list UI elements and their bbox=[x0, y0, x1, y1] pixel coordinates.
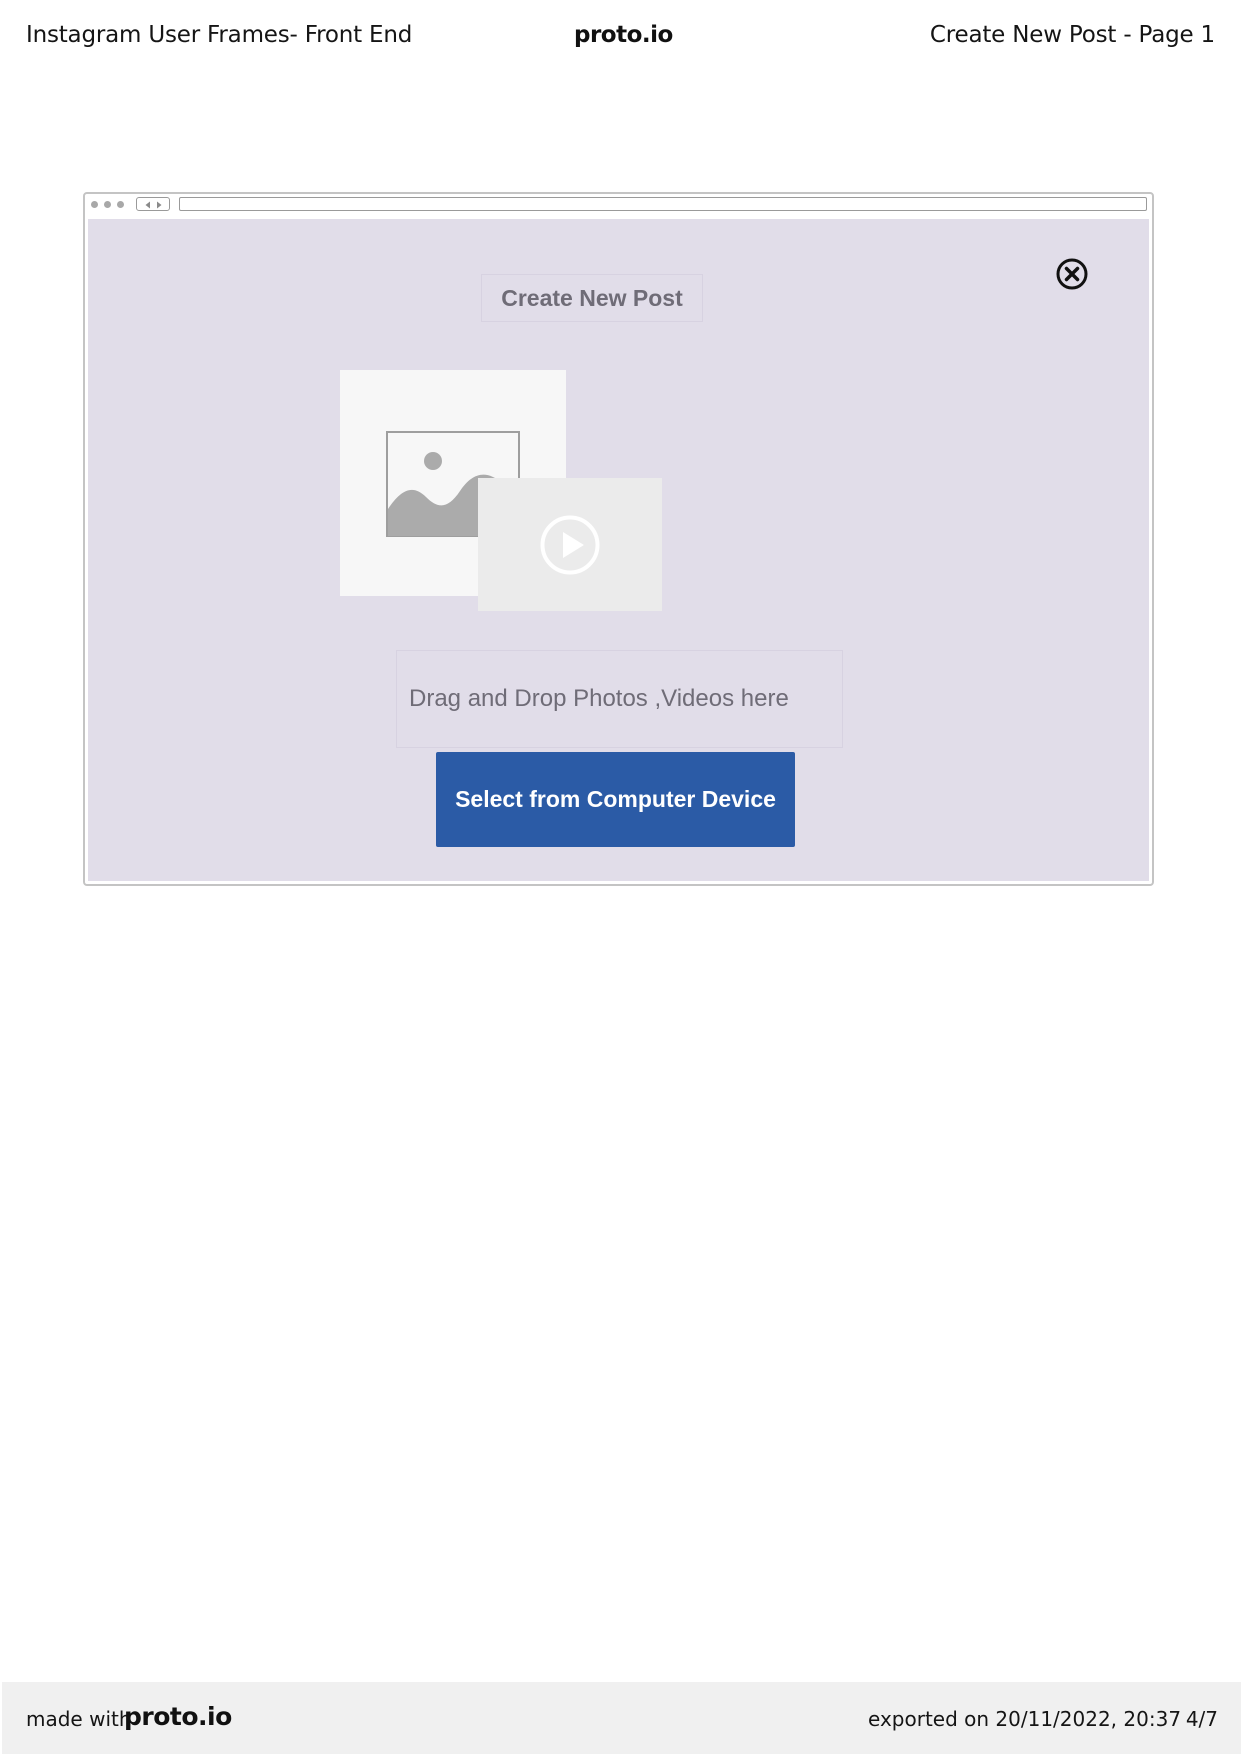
window-dot-icon bbox=[104, 201, 111, 208]
browser-window: Create New Post Drag and Drop Photos ,Vi… bbox=[83, 192, 1154, 886]
play-circle-icon bbox=[540, 515, 600, 575]
browser-toolbar bbox=[85, 194, 1152, 216]
page-footer: made with proto.io exported on 20/11/202… bbox=[2, 1682, 1241, 1754]
drag-drop-zone[interactable]: Drag and Drop Photos ,Videos here bbox=[396, 650, 843, 748]
footer-proto-io-logo: proto.io bbox=[124, 1702, 232, 1731]
video-placeholder bbox=[478, 478, 662, 611]
dialog-title: Create New Post bbox=[481, 274, 703, 322]
window-dot-icon bbox=[91, 201, 98, 208]
forward-arrow-icon bbox=[157, 201, 162, 209]
export-timestamp: exported on 20/11/2022, 20:37 bbox=[868, 1707, 1182, 1731]
proto-io-logo: proto.io bbox=[574, 22, 673, 48]
made-with-label: made with bbox=[26, 1707, 132, 1731]
select-from-computer-button[interactable]: Select from Computer Device bbox=[436, 752, 795, 847]
browser-nav-buttons[interactable] bbox=[136, 197, 170, 211]
window-dot-icon bbox=[117, 201, 124, 208]
address-bar[interactable] bbox=[179, 197, 1147, 211]
dialog-viewport: Create New Post Drag and Drop Photos ,Vi… bbox=[88, 219, 1149, 881]
close-circle-icon[interactable] bbox=[1055, 257, 1089, 291]
back-arrow-icon bbox=[145, 201, 150, 209]
page-indicator: 4/7 bbox=[1185, 1707, 1218, 1731]
project-title: Instagram User Frames- Front End bbox=[26, 22, 413, 48]
page-title: Create New Post - Page 1 bbox=[929, 22, 1215, 48]
